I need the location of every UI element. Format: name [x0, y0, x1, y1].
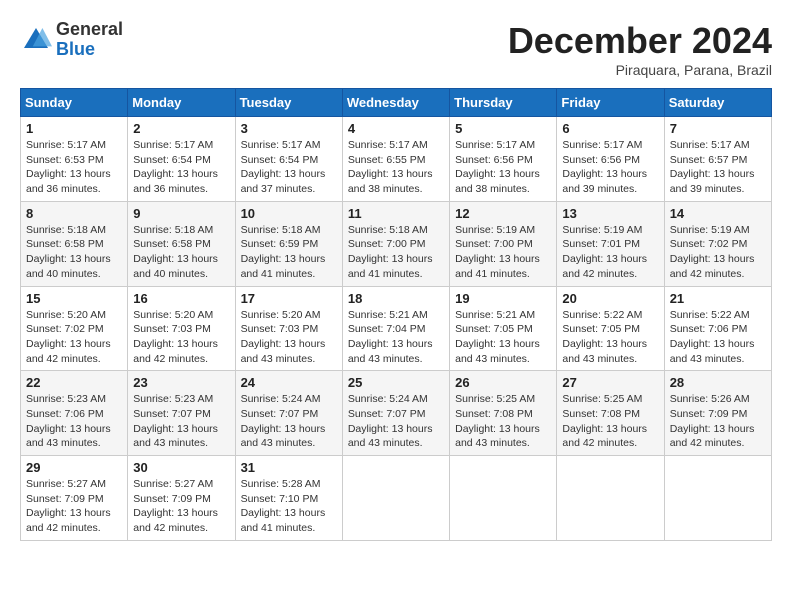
- list-item: 14 Sunrise: 5:19 AMSunset: 7:02 PMDaylig…: [664, 201, 771, 286]
- empty-cell: [450, 456, 557, 541]
- list-item: 1 Sunrise: 5:17 AMSunset: 6:53 PMDayligh…: [21, 117, 128, 202]
- logo-general-text: General: [56, 20, 123, 40]
- logo: General Blue: [20, 20, 123, 60]
- logo-icon: [20, 24, 52, 56]
- list-item: 24 Sunrise: 5:24 AMSunset: 7:07 PMDaylig…: [235, 371, 342, 456]
- empty-cell: [664, 456, 771, 541]
- table-row: 22 Sunrise: 5:23 AMSunset: 7:06 PMDaylig…: [21, 371, 772, 456]
- calendar-header-row: Sunday Monday Tuesday Wednesday Thursday…: [21, 89, 772, 117]
- table-row: 8 Sunrise: 5:18 AMSunset: 6:58 PMDayligh…: [21, 201, 772, 286]
- col-thursday: Thursday: [450, 89, 557, 117]
- col-sunday: Sunday: [21, 89, 128, 117]
- col-friday: Friday: [557, 89, 664, 117]
- list-item: 2 Sunrise: 5:17 AMSunset: 6:54 PMDayligh…: [128, 117, 235, 202]
- table-row: 29 Sunrise: 5:27 AMSunset: 7:09 PMDaylig…: [21, 456, 772, 541]
- col-saturday: Saturday: [664, 89, 771, 117]
- list-item: 29 Sunrise: 5:27 AMSunset: 7:09 PMDaylig…: [21, 456, 128, 541]
- list-item: 18 Sunrise: 5:21 AMSunset: 7:04 PMDaylig…: [342, 286, 449, 371]
- month-title: December 2024: [508, 20, 772, 62]
- list-item: 23 Sunrise: 5:23 AMSunset: 7:07 PMDaylig…: [128, 371, 235, 456]
- col-tuesday: Tuesday: [235, 89, 342, 117]
- list-item: 17 Sunrise: 5:20 AMSunset: 7:03 PMDaylig…: [235, 286, 342, 371]
- logo-blue-text: Blue: [56, 40, 123, 60]
- list-item: 11 Sunrise: 5:18 AMSunset: 7:00 PMDaylig…: [342, 201, 449, 286]
- col-monday: Monday: [128, 89, 235, 117]
- list-item: 21 Sunrise: 5:22 AMSunset: 7:06 PMDaylig…: [664, 286, 771, 371]
- list-item: 26 Sunrise: 5:25 AMSunset: 7:08 PMDaylig…: [450, 371, 557, 456]
- list-item: 5 Sunrise: 5:17 AMSunset: 6:56 PMDayligh…: [450, 117, 557, 202]
- list-item: 3 Sunrise: 5:17 AMSunset: 6:54 PMDayligh…: [235, 117, 342, 202]
- list-item: 30 Sunrise: 5:27 AMSunset: 7:09 PMDaylig…: [128, 456, 235, 541]
- title-block: December 2024 Piraquara, Parana, Brazil: [508, 20, 772, 78]
- list-item: 22 Sunrise: 5:23 AMSunset: 7:06 PMDaylig…: [21, 371, 128, 456]
- list-item: 31 Sunrise: 5:28 AMSunset: 7:10 PMDaylig…: [235, 456, 342, 541]
- table-row: 15 Sunrise: 5:20 AMSunset: 7:02 PMDaylig…: [21, 286, 772, 371]
- empty-cell: [342, 456, 449, 541]
- list-item: 16 Sunrise: 5:20 AMSunset: 7:03 PMDaylig…: [128, 286, 235, 371]
- empty-cell: [557, 456, 664, 541]
- col-wednesday: Wednesday: [342, 89, 449, 117]
- list-item: 9 Sunrise: 5:18 AMSunset: 6:58 PMDayligh…: [128, 201, 235, 286]
- list-item: 15 Sunrise: 5:20 AMSunset: 7:02 PMDaylig…: [21, 286, 128, 371]
- location: Piraquara, Parana, Brazil: [508, 62, 772, 78]
- list-item: 25 Sunrise: 5:24 AMSunset: 7:07 PMDaylig…: [342, 371, 449, 456]
- list-item: 28 Sunrise: 5:26 AMSunset: 7:09 PMDaylig…: [664, 371, 771, 456]
- list-item: 7 Sunrise: 5:17 AMSunset: 6:57 PMDayligh…: [664, 117, 771, 202]
- list-item: 19 Sunrise: 5:21 AMSunset: 7:05 PMDaylig…: [450, 286, 557, 371]
- list-item: 27 Sunrise: 5:25 AMSunset: 7:08 PMDaylig…: [557, 371, 664, 456]
- list-item: 10 Sunrise: 5:18 AMSunset: 6:59 PMDaylig…: [235, 201, 342, 286]
- calendar-table: Sunday Monday Tuesday Wednesday Thursday…: [20, 88, 772, 541]
- list-item: 13 Sunrise: 5:19 AMSunset: 7:01 PMDaylig…: [557, 201, 664, 286]
- list-item: 6 Sunrise: 5:17 AMSunset: 6:56 PMDayligh…: [557, 117, 664, 202]
- table-row: 1 Sunrise: 5:17 AMSunset: 6:53 PMDayligh…: [21, 117, 772, 202]
- list-item: 12 Sunrise: 5:19 AMSunset: 7:00 PMDaylig…: [450, 201, 557, 286]
- page-header: General Blue December 2024 Piraquara, Pa…: [20, 20, 772, 78]
- list-item: 4 Sunrise: 5:17 AMSunset: 6:55 PMDayligh…: [342, 117, 449, 202]
- list-item: 20 Sunrise: 5:22 AMSunset: 7:05 PMDaylig…: [557, 286, 664, 371]
- list-item: 8 Sunrise: 5:18 AMSunset: 6:58 PMDayligh…: [21, 201, 128, 286]
